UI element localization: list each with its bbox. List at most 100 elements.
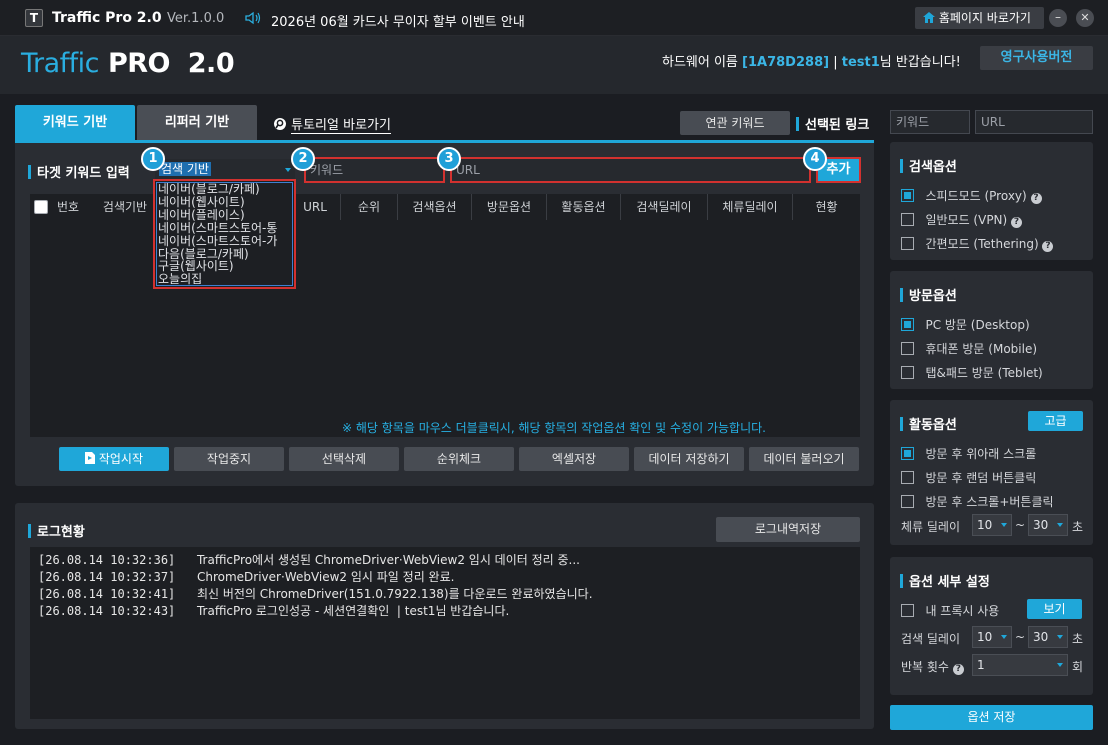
dropdown-item[interactable]: 네이버(플레이스)	[158, 208, 292, 222]
seconds-unit: 초	[1072, 520, 1084, 534]
delete-selected-button[interactable]: 선택삭제	[289, 447, 399, 471]
option-tablet-visit[interactable]: 탭&패드 방문 (Teblet)	[901, 364, 1043, 381]
search-type-value: 검색 기반	[159, 162, 211, 176]
step-badge-3: 3	[437, 147, 461, 171]
option-scroll-click[interactable]: 방문 후 스크롤+버튼클릭	[901, 493, 1054, 510]
url-placeholder: URL	[456, 163, 480, 177]
col-visit-option[interactable]: 방문옵션	[471, 194, 546, 220]
col-number[interactable]: 번호	[52, 194, 84, 220]
col-url[interactable]: URL	[295, 194, 335, 220]
log-message: ChromeDriver·WebView2 임시 파일 정리 완료.	[196, 570, 455, 584]
license-button[interactable]: 영구사용버전	[980, 46, 1093, 70]
dropdown-item[interactable]: 네이버(블로그/카페)	[158, 183, 292, 196]
option-normal-mode[interactable]: 일반모드 (VPN) ?	[901, 211, 1023, 228]
log-title: 로그현황	[28, 521, 85, 540]
selected-url-input[interactable]: URL	[975, 110, 1093, 134]
dropdown-item[interactable]: 네이버(스마트스토어-통	[158, 221, 292, 235]
dropdown-item[interactable]: 네이버(스마트스토어-가	[158, 234, 292, 248]
chevron-down-icon	[1001, 635, 1007, 639]
option-pc-visit[interactable]: PC 방문 (Desktop)	[901, 316, 1030, 333]
help-icon[interactable]: ?	[952, 664, 964, 675]
add-label: 추가	[826, 162, 851, 177]
col-search-base[interactable]: 검색기반	[92, 194, 158, 220]
dwell-max-select[interactable]: 30	[1028, 514, 1068, 536]
view-proxy-button[interactable]: 보기	[1027, 599, 1082, 619]
app-logo-icon: T	[25, 9, 43, 27]
option-mobile-visit[interactable]: 휴대폰 방문 (Mobile)	[901, 340, 1037, 357]
speaker-icon	[245, 11, 261, 25]
checkbox	[901, 318, 914, 331]
log-time: [26.08.14 10:32:43]	[38, 604, 176, 618]
close-icon: ✕	[1080, 11, 1090, 24]
dwell-min-value: 10	[977, 518, 993, 532]
option-simple-mode[interactable]: 간편모드 (Tethering) ?	[901, 235, 1054, 252]
title-bar-marker	[796, 117, 799, 131]
search-type-select[interactable]: 검색 기반	[155, 159, 295, 181]
advanced-button[interactable]: 고급	[1028, 411, 1083, 431]
brand-traffic: Traffic	[21, 48, 100, 79]
search-options-title: 검색옵션	[900, 156, 957, 175]
chevron-down-icon	[1001, 523, 1007, 527]
chevron-down-icon	[1057, 635, 1063, 639]
log-area[interactable]: [26.08.14 10:32:36] TrafficPro에서 생성된 Chr…	[30, 547, 860, 719]
col-search-option[interactable]: 검색옵션	[397, 194, 471, 220]
col-dwell-delay[interactable]: 체류딜레이	[707, 194, 792, 220]
col-activity-option[interactable]: 활동옵션	[546, 194, 620, 220]
tutorial-link[interactable]: 튜토리얼 바로가기	[273, 114, 391, 134]
option-random-click[interactable]: 방문 후 랜덤 버튼클릭	[901, 469, 1036, 486]
stop-button[interactable]: 작업중지	[174, 447, 284, 471]
help-icon[interactable]: ?	[1011, 217, 1023, 228]
search-delay-label: 검색 딜레이	[901, 632, 961, 646]
search-delay-max-value: 30	[1033, 630, 1049, 644]
step-badge-1: 1	[141, 147, 165, 171]
search-type-dropdown[interactable]: 네이버(블로그/카페) 네이버(웹사이트) 네이버(플레이스) 네이버(스마트스…	[153, 179, 296, 289]
dropdown-item[interactable]: 네이버(웹사이트)	[158, 196, 292, 209]
excel-save-button[interactable]: 엑셀저장	[519, 447, 629, 471]
log-time: [26.08.14 10:32:41]	[38, 587, 176, 601]
data-load-button[interactable]: 데이터 불러오기	[749, 447, 859, 471]
dwell-min-select[interactable]: 10	[972, 514, 1012, 536]
title-bar-marker	[900, 417, 903, 431]
option-own-proxy[interactable]: 내 프록시 사용	[901, 602, 999, 619]
log-message: 최신 버전의 ChromeDriver(151.0.7922.138)를 다운로…	[196, 587, 593, 601]
col-status[interactable]: 현황	[792, 194, 860, 220]
detail-settings-label: 옵션 세부 설정	[909, 575, 990, 590]
rank-check-button[interactable]: 순위체크	[404, 447, 514, 471]
search-delay-max-select[interactable]: 30	[1028, 626, 1068, 648]
select-all-checkbox[interactable]	[34, 200, 48, 215]
repeat-count-select[interactable]: 1	[972, 654, 1068, 676]
data-save-button[interactable]: 데이터 저장하기	[634, 447, 744, 471]
minimize-button[interactable]: –	[1049, 9, 1067, 27]
help-icon[interactable]: ?	[1030, 193, 1042, 204]
dropdown-item[interactable]: 오늘의집	[158, 273, 292, 285]
help-icon[interactable]: ?	[1042, 241, 1054, 252]
url-input[interactable]: URL	[450, 157, 811, 183]
col-search-delay[interactable]: 검색딜레이	[620, 194, 707, 220]
option-label: 간편모드 (Tethering)	[925, 237, 1039, 251]
log-save-button[interactable]: 로그내역저장	[716, 517, 860, 542]
title-bar-marker	[28, 165, 31, 179]
search-delay-min-select[interactable]: 10	[972, 626, 1012, 648]
checkbox	[901, 189, 914, 202]
related-keyword-button[interactable]: 연관 키워드	[680, 111, 790, 135]
checkbox	[901, 342, 914, 355]
save-options-button[interactable]: 옵션 저장	[890, 705, 1093, 730]
col-rank[interactable]: 순위	[340, 194, 397, 220]
close-button[interactable]: ✕	[1076, 9, 1094, 27]
tab-referrer[interactable]: 리퍼러 기반	[137, 105, 257, 141]
option-speed-mode[interactable]: 스피드모드 (Proxy) ?	[901, 187, 1042, 204]
tab-keyword[interactable]: 키워드 기반	[15, 105, 135, 141]
option-label: 스피드모드 (Proxy)	[925, 189, 1027, 203]
tilde: ~	[1015, 518, 1026, 532]
target-keyword-title: 타겟 키워드 입력	[28, 162, 130, 181]
start-button[interactable]: 작업시작	[59, 447, 169, 471]
detail-settings-title: 옵션 세부 설정	[900, 571, 990, 590]
dropdown-list: 네이버(블로그/카페) 네이버(웹사이트) 네이버(플레이스) 네이버(스마트스…	[156, 182, 293, 286]
homepage-button[interactable]: 홈페이지 바로가기	[915, 7, 1044, 29]
selected-link-label: 선택된 링크	[805, 118, 870, 133]
option-scroll[interactable]: 방문 후 위아래 스크롤	[901, 445, 1036, 462]
activity-options-title: 활동옵션	[900, 414, 957, 433]
keyword-input[interactable]: 키워드	[304, 157, 445, 183]
selected-keyword-input[interactable]: 키워드	[890, 110, 970, 134]
notice-text[interactable]: 2026년 06월 카드사 무이자 할부 이벤트 안내	[271, 11, 525, 30]
